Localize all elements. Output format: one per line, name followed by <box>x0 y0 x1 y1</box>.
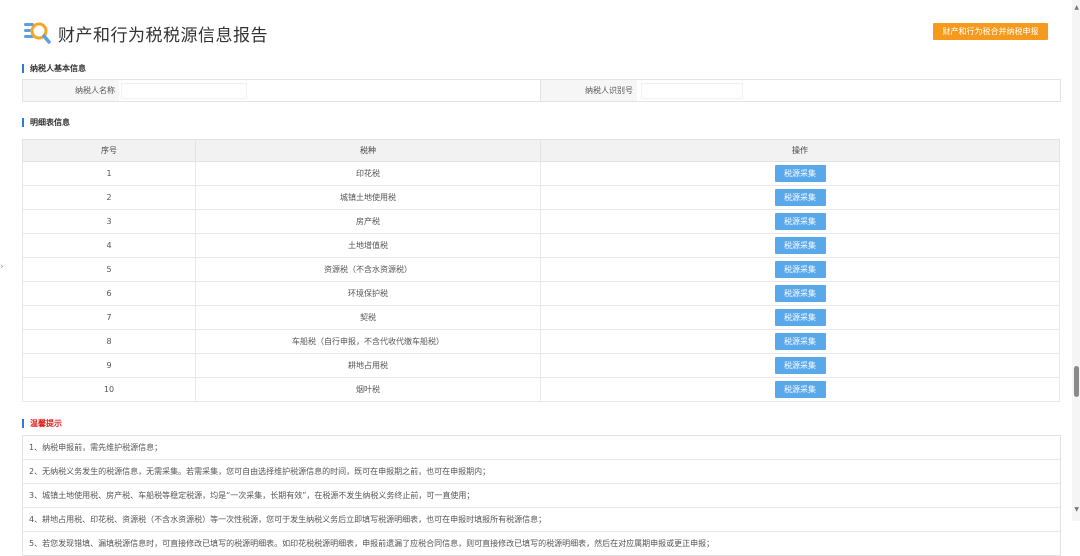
row-number: 3 <box>22 209 196 234</box>
table-row: 8 车船税（自行申报，不含代收代缴车船税） 税源采集 <box>22 329 1060 354</box>
tax-type: 契税 <box>195 305 541 330</box>
basic-info-section-title: 纳税人基本信息 <box>22 64 86 73</box>
collect-tax-source-button[interactable]: 税源采集 <box>774 285 826 302</box>
table-row: 4 土地增值税 税源采集 <box>22 233 1060 258</box>
tax-type: 房产税 <box>195 209 541 234</box>
table-row: 5 资源税（不含水资源税） 税源采集 <box>22 257 1060 282</box>
tips-list: 1、纳税申报前，需先维护税源信息； 2、无纳税义务发生的税源信息，无需采集。若需… <box>22 435 1061 556</box>
table-row: 1 印花税 税源采集 <box>22 161 1060 186</box>
row-number: 2 <box>22 185 196 210</box>
tip-item: 3、城镇土地使用税、房产税、车船税等稳定税源，均是“一次采集，长期有效”，在税源… <box>23 484 1060 508</box>
tax-type: 资源税（不含水资源税） <box>195 257 541 282</box>
row-number: 8 <box>22 329 196 354</box>
row-number: 9 <box>22 353 196 378</box>
row-number: 1 <box>22 161 196 186</box>
tax-detail-table: 序号 税种 操作 1 印花税 税源采集 2 城镇土地使用税 税源采集 3 房产税… <box>22 139 1060 402</box>
scrollbar-thumb[interactable] <box>1074 366 1079 397</box>
tip-item: 5、若您发现错填、漏填税源信息时，可直接修改已填写的税源明细表。如印花税税源明细… <box>29 539 715 548</box>
vertical-scrollbar[interactable]: ▲ ▼ <box>1072 0 1080 521</box>
tax-type: 城镇土地使用税 <box>195 185 541 210</box>
row-number: 10 <box>22 377 196 402</box>
tax-type: 车船税（自行申报，不含代收代缴车船税） <box>195 329 541 354</box>
collect-tax-source-button[interactable]: 税源采集 <box>774 333 826 350</box>
scroll-down-arrow-icon[interactable]: ▼ <box>1074 506 1079 513</box>
taxpayer-name-field[interactable] <box>121 83 247 99</box>
row-number: 7 <box>22 305 196 330</box>
table-row: 2 城镇土地使用税 税源采集 <box>22 185 1060 210</box>
basic-info-table: 纳税人名称 纳税人识别号 <box>22 79 1061 102</box>
scroll-up-arrow-icon[interactable]: ▲ <box>1074 4 1079 11</box>
row-number: 4 <box>22 233 196 258</box>
row-number: 6 <box>22 281 196 306</box>
tip-item: 4、耕地占用税、印花税、资源税（不含水资源税）等一次性税源，您可于发生纳税义务后… <box>23 508 1060 532</box>
taxpayer-id-label: 纳税人识别号 <box>585 86 633 95</box>
table-row: 10 烟叶税 税源采集 <box>22 377 1060 402</box>
collect-tax-source-button[interactable]: 税源采集 <box>774 189 826 206</box>
collect-tax-source-button[interactable]: 税源采集 <box>774 309 826 326</box>
row-number: 5 <box>22 257 196 282</box>
table-row: 7 契税 税源采集 <box>22 305 1060 330</box>
tax-type: 土地增值税 <box>195 233 541 258</box>
tax-type: 耕地占用税 <box>195 353 541 378</box>
collect-tax-source-button[interactable]: 税源采集 <box>774 381 826 398</box>
page-frame: 财产和行为税税源信息报告 财产和行为税合并纳税申报 纳税人基本信息 纳税人名称 … <box>4 0 1072 556</box>
collect-tax-source-button[interactable]: 税源采集 <box>774 165 826 182</box>
collect-tax-source-button[interactable]: 税源采集 <box>774 357 826 374</box>
collect-tax-source-button[interactable]: 税源采集 <box>774 237 826 254</box>
detail-section-title: 明细表信息 <box>22 118 70 127</box>
column-header-action: 操作 <box>540 139 1060 162</box>
table-header-row: 序号 税种 操作 <box>22 139 1060 162</box>
column-header-no: 序号 <box>22 139 196 162</box>
tips-section-title: 温馨提示 <box>22 419 62 428</box>
table-row: 3 房产税 税源采集 <box>22 209 1060 234</box>
page-title: 财产和行为税税源信息报告 <box>58 26 268 46</box>
table-row: 6 环境保护税 税源采集 <box>22 281 1060 306</box>
taxpayer-id-field[interactable] <box>641 83 743 99</box>
tip-item: 2、无纳税义务发生的税源信息，无需采集。若需采集，您可自由选择维护税源信息的时间… <box>23 460 1060 484</box>
combined-tax-declaration-button[interactable]: 财产和行为税合并纳税申报 <box>933 23 1048 40</box>
collect-tax-source-button[interactable]: 税源采集 <box>774 213 826 230</box>
table-row: 9 耕地占用税 税源采集 <box>22 353 1060 378</box>
tax-type: 烟叶税 <box>195 377 541 402</box>
column-header-tax: 税种 <box>195 139 541 162</box>
taxpayer-name-label: 纳税人名称 <box>75 86 115 95</box>
tax-type: 印花税 <box>195 161 541 186</box>
tax-type: 环境保护税 <box>195 281 541 306</box>
collect-tax-source-button[interactable]: 税源采集 <box>774 261 826 278</box>
search-document-icon <box>24 22 51 44</box>
tip-item: 1、纳税申报前，需先维护税源信息； <box>23 436 1060 460</box>
